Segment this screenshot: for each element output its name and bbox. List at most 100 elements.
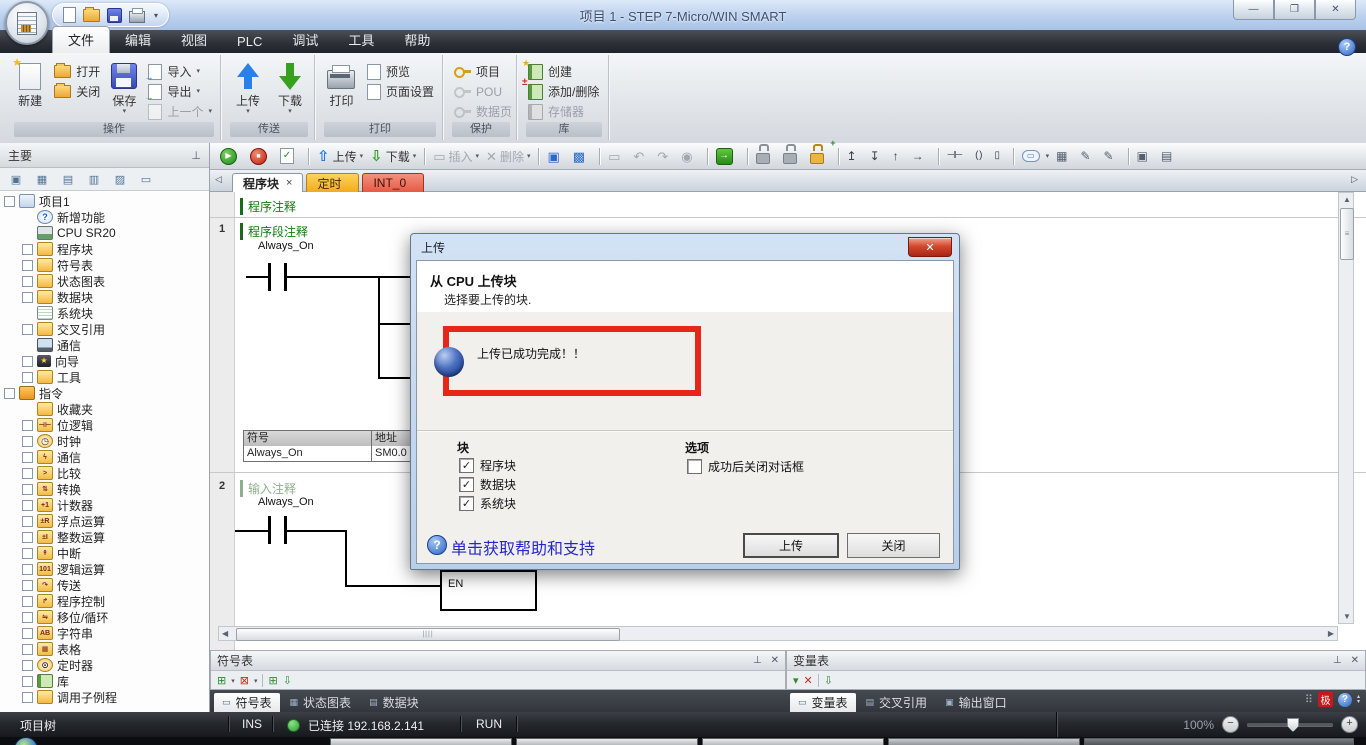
toolbar-icon[interactable]: ( ) xyxy=(973,146,989,166)
network-comment[interactable]: 输入注释 xyxy=(240,480,296,497)
tree-item[interactable]: ⊣⊢ 位逻辑 xyxy=(0,417,209,433)
toolbar-icon[interactable]: ▤ xyxy=(1159,146,1180,166)
toolbar-icon[interactable]: ✎ xyxy=(1102,146,1122,166)
restore-button[interactable]: ❐ xyxy=(1274,0,1315,20)
toolbar-icon[interactable]: ⇧ 上传 ▾ xyxy=(315,146,365,166)
expand-icon[interactable] xyxy=(22,324,33,335)
taskbar-button[interactable] xyxy=(330,738,512,745)
sidebar-view-icon[interactable]: ▨ xyxy=(109,170,131,189)
menu-tab[interactable]: 调试 xyxy=(277,27,333,53)
expand-icon[interactable] xyxy=(22,644,33,655)
library-add-remove-button[interactable]: 添加/删除 xyxy=(524,83,603,100)
panel-toolbar-icon[interactable]: ⊞ xyxy=(217,674,226,687)
sidebar-view-icon[interactable]: ▦ xyxy=(31,170,53,189)
scrollbar-thumb[interactable]: ≡ xyxy=(1340,208,1354,260)
toolbar-icon[interactable]: ✓ xyxy=(278,146,302,166)
toolbar-icon[interactable]: ▯ xyxy=(993,146,1008,166)
toolbar-icon[interactable]: ▭ xyxy=(606,146,628,166)
panel-toolbar-icon[interactable]: ⇩ xyxy=(283,674,292,687)
help-support-link[interactable]: 单击获取帮助和支持 xyxy=(451,535,595,559)
tree-item[interactable]: > 比较 xyxy=(0,465,209,481)
import-button[interactable]: 导入▾ xyxy=(144,63,216,80)
tree-item[interactable]: AB 字符串 xyxy=(0,625,209,641)
expand-icon[interactable] xyxy=(22,692,33,703)
expand-icon[interactable] xyxy=(22,500,33,511)
tree-item[interactable]: ⇅ 转换 xyxy=(0,481,209,497)
expand-icon[interactable] xyxy=(22,628,33,639)
expand-icon[interactable] xyxy=(22,676,33,687)
pin-icon[interactable]: ⊥ xyxy=(191,149,201,162)
toolbar-icon[interactable]: ✕ 删除 ▾ xyxy=(484,146,532,166)
library-create-button[interactable]: 创建 xyxy=(524,63,603,80)
toolbar-icon[interactable]: ▣ xyxy=(1135,146,1156,166)
page-setup-button[interactable]: 页面设置 xyxy=(363,83,438,100)
editor-tab[interactable]: 定时 xyxy=(306,173,359,192)
expand-icon[interactable] xyxy=(22,612,33,623)
toolbar-icon[interactable]: ↥ xyxy=(845,146,865,166)
tree-item[interactable]: ★ 向导 xyxy=(0,353,209,369)
sidebar-view-icon[interactable]: ▤ xyxy=(57,170,79,189)
menu-tab[interactable]: 视图 xyxy=(166,27,222,53)
expand-icon[interactable] xyxy=(22,548,33,559)
expand-icon[interactable] xyxy=(22,516,33,527)
minimize-button[interactable]: — xyxy=(1233,0,1274,20)
menu-tab[interactable]: 编辑 xyxy=(110,27,166,53)
panel-tab[interactable]: ▦ 状态图表 xyxy=(282,693,360,712)
tree-item[interactable]: 项目1 xyxy=(0,193,209,209)
taskbar-button[interactable] xyxy=(702,738,884,745)
toolbar-icon[interactable] xyxy=(1013,148,1014,165)
toolbar-icon[interactable]: ↷ xyxy=(655,146,676,166)
panel-toolbar-icon[interactable]: ▾ xyxy=(793,674,799,687)
start-orb-icon[interactable] xyxy=(14,737,38,745)
scroll-down-icon[interactable]: ▼ xyxy=(1343,612,1351,621)
tree-item[interactable]: ϟ 通信 xyxy=(0,449,209,465)
toolbar-icon[interactable]: ↑ xyxy=(891,146,907,166)
tree-item[interactable]: 状态图表 xyxy=(0,273,209,289)
open-button[interactable]: 打开 xyxy=(50,63,104,80)
panel-tab[interactable]: ▤ 交叉引用 xyxy=(858,693,936,712)
ime-arrows-icon[interactable]: ▴▾ xyxy=(1357,695,1360,705)
toolbar-icon[interactable] xyxy=(747,148,748,165)
toolbar-icon[interactable]: → xyxy=(714,146,741,166)
editor-tab[interactable]: 程序块 × xyxy=(232,173,303,192)
toolbar-icon[interactable]: + xyxy=(808,148,832,168)
expand-icon[interactable] xyxy=(22,532,33,543)
sidebar-view-icon[interactable]: ▥ xyxy=(83,170,105,189)
close-button[interactable]: 关闭 xyxy=(50,83,104,100)
panel-tab[interactable]: ▭ 符号表 xyxy=(214,693,280,712)
expand-icon[interactable] xyxy=(22,276,33,287)
pin-icon[interactable]: ⊥ xyxy=(753,655,762,666)
panel-toolbar-icon[interactable] xyxy=(262,674,263,687)
tab-scroll-right-icon[interactable]: ▷ xyxy=(1351,174,1358,185)
block-checkbox-row[interactable]: 数据块 xyxy=(459,476,516,493)
help-icon[interactable]: ? xyxy=(1338,38,1356,56)
expand-icon[interactable] xyxy=(22,484,33,495)
tree-item[interactable]: CPU SR20 xyxy=(0,225,209,241)
toolbar-icon[interactable]: ⊣⊢ xyxy=(945,146,970,166)
save-button[interactable]: 保存 ▾ xyxy=(106,58,142,115)
download-dropdown-icon[interactable]: ▾ xyxy=(288,109,292,115)
expand-icon[interactable] xyxy=(4,388,15,399)
tree-item[interactable]: ↱ 程序控制 xyxy=(0,593,209,609)
toolbar-icon[interactable]: ▣ xyxy=(545,146,567,166)
contact-symbol-label[interactable]: Always_On xyxy=(258,240,314,252)
toolbar-icon[interactable] xyxy=(599,148,600,165)
toolbar-icon[interactable]: ◉ xyxy=(679,146,700,166)
tree-item[interactable]: 库 xyxy=(0,673,209,689)
panel-toolbar-icon[interactable]: ▾ xyxy=(231,677,235,685)
preview-button[interactable]: 预览 xyxy=(363,63,438,80)
scroll-up-icon[interactable]: ▲ xyxy=(1343,195,1351,204)
expand-icon[interactable] xyxy=(22,292,33,303)
download-button[interactable]: 下载 ▾ xyxy=(270,58,310,115)
tab-scroll-left-icon[interactable]: ◁ xyxy=(215,174,222,185)
scroll-right-icon[interactable]: ▶ xyxy=(1328,629,1334,638)
toolbar-icon[interactable]: ▭ ▾ xyxy=(1020,146,1051,166)
menu-tab[interactable]: 工具 xyxy=(333,27,389,53)
tree-item[interactable]: 系统块 xyxy=(0,305,209,321)
expand-icon[interactable] xyxy=(22,468,33,479)
toolbar-icon[interactable] xyxy=(707,148,708,165)
export-button[interactable]: 导出▾ xyxy=(144,83,216,100)
expand-icon[interactable] xyxy=(4,196,15,207)
close-icon[interactable]: ✕ xyxy=(771,655,779,666)
function-box[interactable]: EN xyxy=(440,570,537,611)
